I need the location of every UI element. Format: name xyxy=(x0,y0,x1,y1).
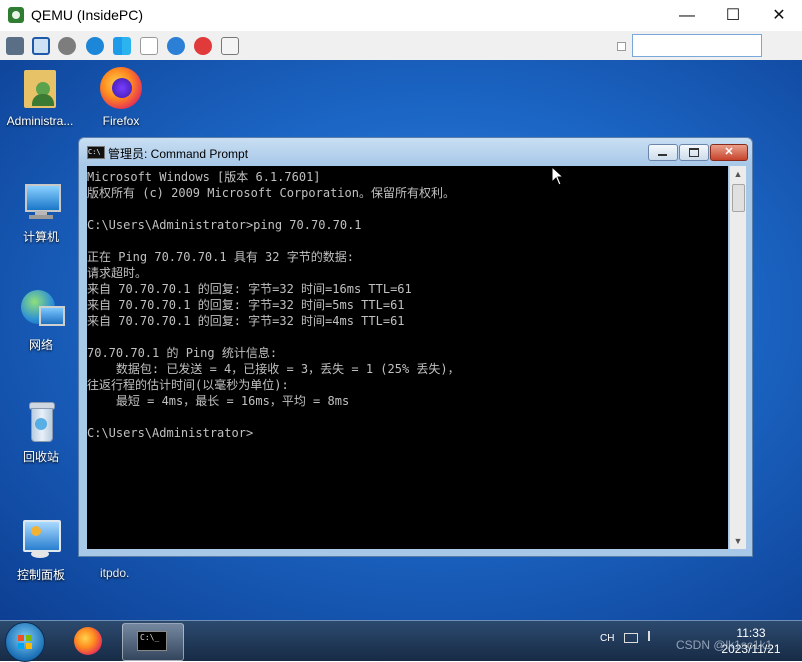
cmd-minimize-button[interactable] xyxy=(648,144,678,161)
console-line: 版权所有 (c) 2009 Microsoft Corporation。保留所有… xyxy=(87,186,455,200)
taskbar-firefox-button[interactable] xyxy=(58,623,118,659)
cmd-icon: C:\ xyxy=(87,146,105,159)
firefox-icon xyxy=(99,66,143,110)
keyboard-icon[interactable] xyxy=(624,633,638,643)
console-line: C:\Users\Administrator>ping 70.70.70.1 xyxy=(87,218,362,232)
ime-indicator[interactable]: CH xyxy=(600,633,614,644)
cmd-title: 管理员: Command Prompt xyxy=(108,147,249,161)
qemu-title-bar: QEMU (InsidePC) — ☐ ✕ xyxy=(0,0,802,32)
desktop-icon-computer[interactable]: 计算机 xyxy=(4,180,78,245)
windows-logo-icon xyxy=(18,635,32,649)
info-icon[interactable] xyxy=(167,37,185,55)
console-line: 往返行程的估计时间(以毫秒为单位): xyxy=(87,378,289,392)
cmd-window[interactable]: C:\ 管理员: Command Prompt ✕ Microsoft Wind… xyxy=(78,137,753,557)
desktop-icon-label: Administra... xyxy=(6,114,74,128)
desktop-icon-label: 计算机 xyxy=(22,230,59,244)
gear-icon[interactable] xyxy=(58,37,76,55)
toolbar-checkbox[interactable] xyxy=(617,42,626,51)
window-title: QEMU (InsidePC) xyxy=(31,7,144,23)
cmd-close-button[interactable]: ✕ xyxy=(710,144,748,161)
desktop-icon-administrator[interactable]: Administra... xyxy=(3,66,77,128)
taskbar-cmd-button[interactable]: C:\_ xyxy=(122,623,184,661)
desktop-icon-label: 回收站 xyxy=(22,450,59,464)
close-button[interactable]: ✕ xyxy=(756,0,802,31)
qemu-toolbar xyxy=(0,31,802,61)
mouse-cursor-icon xyxy=(551,166,565,186)
cmd-console-output[interactable]: Microsoft Windows [版本 6.1.7601] 版权所有 (c)… xyxy=(87,166,728,549)
control-panel-icon xyxy=(19,518,63,562)
fullscreen-icon[interactable] xyxy=(32,37,50,55)
scroll-thumb[interactable] xyxy=(732,184,745,212)
maximize-button[interactable]: ☐ xyxy=(710,0,756,31)
minimize-button[interactable]: — xyxy=(664,0,710,31)
start-button[interactable] xyxy=(5,622,45,662)
desktop-icon-control-panel[interactable]: 控制面板 xyxy=(4,518,78,583)
desktop-icon-recycle-bin[interactable]: 回收站 xyxy=(4,400,78,465)
toolbar-search-input[interactable] xyxy=(632,34,762,57)
file-icon[interactable] xyxy=(140,37,158,55)
console-line: 70.70.70.1 的 Ping 统计信息: xyxy=(87,346,278,360)
close-icon: ✕ xyxy=(724,146,734,158)
desktop-icon-firefox[interactable]: Firefox xyxy=(84,66,158,128)
desktop-icon-network[interactable]: 网络 xyxy=(4,288,78,353)
qemu-app-icon xyxy=(8,7,24,23)
console-line: 请求超时。 xyxy=(87,266,148,280)
maximize-icon xyxy=(689,148,699,157)
desktop-icon-label: 网络 xyxy=(28,338,53,352)
firefox-icon xyxy=(74,627,102,655)
computer-icon xyxy=(19,180,63,224)
settings-icon[interactable] xyxy=(6,37,24,55)
scroll-down-arrow-icon[interactable]: ▼ xyxy=(730,533,746,549)
scroll-up-arrow-icon[interactable]: ▲ xyxy=(730,166,746,182)
console-prompt: C:\Users\Administrator> xyxy=(87,426,254,440)
windows-icon[interactable] xyxy=(113,37,131,55)
recycle-bin-icon xyxy=(19,400,63,444)
cmd-taskbar-icon: C:\_ xyxy=(137,631,167,651)
cmd-title-bar[interactable]: C:\ 管理员: Command Prompt ✕ xyxy=(79,138,752,165)
console-line: 来自 70.70.70.1 的回复: 字节=32 时间=4ms TTL=61 xyxy=(87,314,405,328)
desktop-icon-label: 控制面板 xyxy=(16,568,65,582)
console-line: 来自 70.70.70.1 的回复: 字节=32 时间=16ms TTL=61 xyxy=(87,282,412,296)
cmd-vertical-scrollbar[interactable]: ▲ ▼ xyxy=(729,166,746,549)
watermark-text: CSDN @lk1sc1k1 xyxy=(676,638,773,652)
desktop-icon-label: Firefox xyxy=(102,114,140,128)
console-line: 来自 70.70.70.1 的回复: 字节=32 时间=5ms TTL=61 xyxy=(87,298,405,312)
user-folder-icon xyxy=(18,66,62,110)
cmd-maximize-button[interactable] xyxy=(679,144,709,161)
stop-icon[interactable] xyxy=(194,37,212,55)
network-icon xyxy=(19,288,65,332)
flag-icon[interactable] xyxy=(648,631,658,641)
screenshot-icon[interactable] xyxy=(221,37,239,55)
refresh-icon[interactable] xyxy=(86,37,104,55)
minimize-icon xyxy=(658,154,667,156)
console-line: 最短 = 4ms，最长 = 16ms，平均 = 8ms xyxy=(87,394,350,408)
console-line: 正在 Ping 70.70.70.1 具有 32 字节的数据: xyxy=(87,250,354,264)
guest-desktop: Administra... Firefox 计算机 网络 回收站 控制面板 it… xyxy=(0,60,802,620)
console-line: 数据包: 已发送 = 4，已接收 = 3，丢失 = 1 (25% 丢失)， xyxy=(87,362,460,376)
console-line: Microsoft Windows [版本 6.1.7601] xyxy=(87,170,321,184)
partial-desktop-label: itpdo. xyxy=(100,566,130,580)
